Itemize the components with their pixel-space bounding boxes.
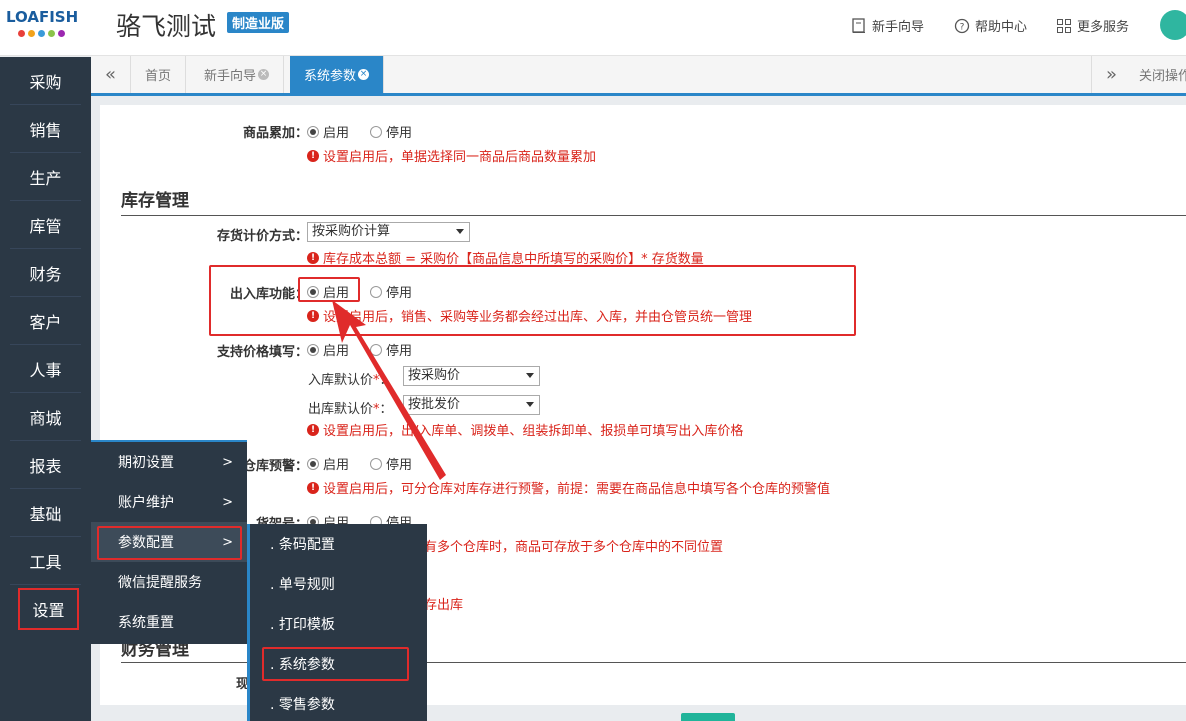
menu-label: 微信提醒服务 [118,575,202,591]
sidebar-item-production[interactable]: 生产 [10,153,81,201]
menu-label: 期初设置 [118,455,174,471]
radio-icon[interactable] [307,457,319,470]
highlight-param-config [97,526,242,560]
sidebar-item-purchase[interactable]: 采购 [10,57,81,105]
goods-accumulate-hint: ! 设置启用后，单据选择同一商品后商品数量累加 [307,146,596,165]
app-title: 骆飞测试 [116,12,217,41]
sidebar-item-sales[interactable]: 销售 [10,105,81,153]
radio-icon[interactable] [370,125,382,138]
hint-text: 有多个仓库时，商品可存放于多个仓库中的不同位置 [424,540,724,555]
chevron-right-icon: > [222,494,233,510]
alert-icon: ! [307,481,319,494]
logo-dots [18,30,86,37]
menu-system-reset[interactable]: 系统重置 [91,602,247,642]
sidebar-item-basics[interactable]: 基础 [10,489,81,537]
more-services-label: 更多服务 [1077,20,1130,35]
tab-scroll-right-icon[interactable]: » [1091,56,1131,93]
hint-text: 设置启用后，单据选择同一商品后商品数量累加 [323,150,597,165]
menu-initial-setup[interactable]: 期初设置 > [91,442,247,482]
highlight-system-params [262,647,409,681]
section-divider [121,215,1186,216]
price-fill-label: 支持价格填写： [216,345,308,360]
chevron-down-icon [456,229,464,234]
radio-label: 停用 [386,126,413,141]
help-icon: ? [954,18,970,33]
chevron-down-icon [526,373,534,378]
menu-retail-params[interactable]: . 零售参数 [250,684,427,721]
radio-label: 启用 [323,126,350,141]
menu-label: 系统重置 [118,615,174,631]
tab-guide[interactable]: 新手向导 × [190,56,285,93]
avatar[interactable] [1160,10,1186,40]
logo-dot [18,30,25,37]
top-header: LOAFISH 骆飞测试 制造业版 新手向导 ? 帮助中心 更多服务 [0,0,1186,56]
inventory-section-title: 库存管理 [121,191,189,211]
sidebar-item-settings[interactable]: 设置 [18,588,79,630]
tab-label: 系统参数 [304,69,357,84]
logo-dot [38,30,45,37]
menu-wechat-reminder[interactable]: 微信提醒服务 [91,562,247,602]
guide-link[interactable]: 新手向导 [851,16,924,35]
help-center-link[interactable]: ? 帮助中心 [954,16,1027,35]
tab-home[interactable]: 首页 [131,56,187,93]
radio-icon[interactable] [307,343,319,356]
guide-icon [852,17,865,33]
tab-label: 首页 [145,69,172,84]
shelf-number-hint: 有多个仓库时，商品可存放于多个仓库中的不同位置 [424,536,723,555]
sidebar: 采购 销售 生产 库管 财务 客户 人事 商城 报表 基础 工具 设置 [0,57,91,721]
sidebar-item-reports[interactable]: 报表 [10,441,81,489]
close-icon[interactable]: × [258,69,270,80]
cost-method-select[interactable]: 按采购价计算 [307,222,470,242]
sidebar-item-inventory[interactable]: 库管 [10,201,81,249]
chevron-right-icon: > [222,454,233,470]
logo-dot [58,30,65,37]
radio-icon[interactable] [307,125,319,138]
hint-text: 存出库 [424,598,464,613]
logo-dot [28,30,35,37]
guide-link-label: 新手向导 [872,20,925,35]
grid-icon [1057,18,1071,33]
tab-bar: « 首页 新手向导 × 系统参数 × » 关闭操作 [91,56,1186,96]
tab-system-params[interactable]: 系统参数 × [290,56,385,93]
goods-accumulate-label: 商品累加： [242,126,308,141]
sidebar-item-mall[interactable]: 商城 [10,393,81,441]
menu-number-rules[interactable]: . 单号规则 [250,564,427,604]
menu-barcode-config[interactable]: . 条码配置 [250,524,427,564]
cost-method-label: 存货计价方式： [216,229,308,244]
logo[interactable]: LOAFISH [6,8,86,44]
param-config-submenu: . 条码配置 . 单号规则 . 打印模板 . 系统参数 . 零售参数 [247,524,427,721]
help-center-label: 帮助中心 [975,20,1028,35]
alert-icon: ! [307,251,319,264]
negative-stock-hint: 存出库 [424,594,463,613]
logo-text: LOAFISH [6,8,79,26]
logo-dot [48,30,55,37]
save-button[interactable] [681,713,735,721]
alert-icon: ! [307,423,319,436]
alert-icon: ! [307,149,319,162]
sidebar-item-tools[interactable]: 工具 [10,537,81,585]
sidebar-item-hr[interactable]: 人事 [10,345,81,393]
sidebar-item-finance[interactable]: 财务 [10,249,81,297]
goods-accumulate-off[interactable]: 停用 [370,122,412,141]
menu-label: 账户维护 [118,495,174,511]
chevron-down-icon [526,402,534,407]
annotation-arrow-icon [332,300,446,480]
menu-account-maintenance[interactable]: 账户维护 > [91,482,247,522]
close-icon[interactable]: × [358,69,370,80]
goods-accumulate-on[interactable]: 启用 [307,122,349,141]
tab-label: 新手向导 [204,69,257,84]
select-value: 按采购价计算 [312,224,391,239]
edition-badge: 制造业版 [227,12,290,33]
close-operations-button[interactable]: 关闭操作 [1131,56,1186,93]
tab-scroll-left-icon[interactable]: « [91,56,131,93]
close-operations-label: 关闭操作 [1139,69,1186,84]
svg-text:?: ? [960,22,965,32]
more-services-link[interactable]: 更多服务 [1056,16,1129,35]
sidebar-item-customer[interactable]: 客户 [10,297,81,345]
menu-print-template[interactable]: . 打印模板 [250,604,427,644]
